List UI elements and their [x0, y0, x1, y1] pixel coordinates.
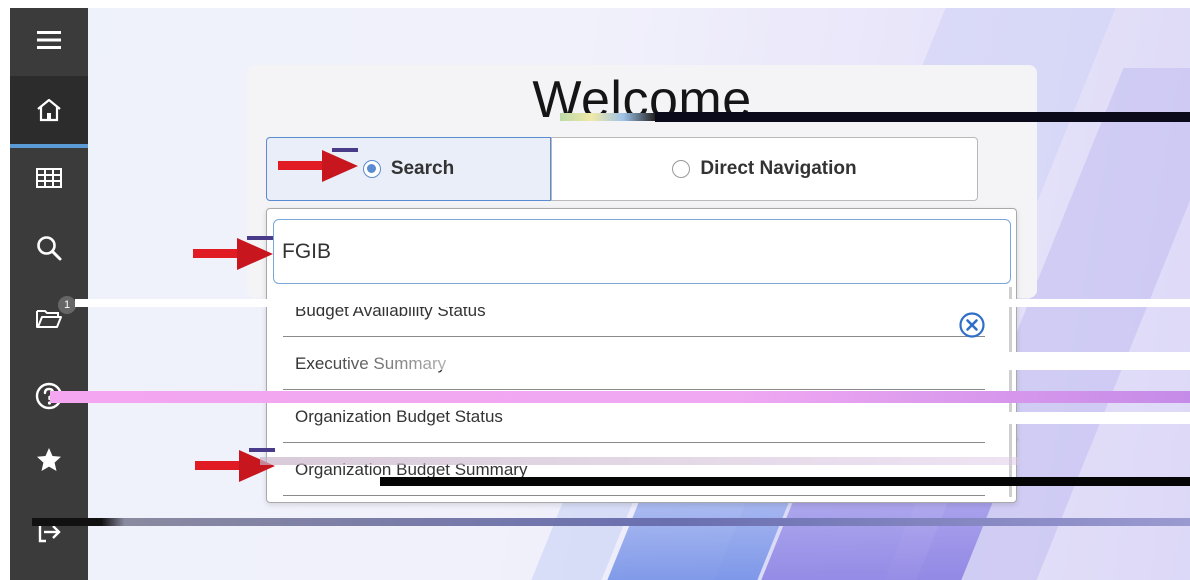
direct-navigation-label: Direct Navigation: [700, 158, 857, 179]
search-input[interactable]: [273, 219, 1011, 284]
render-artifact: [310, 352, 1190, 370]
sidebar-item-search[interactable]: [10, 216, 88, 280]
render-artifact: [655, 112, 1190, 122]
search-result-item[interactable]: Budget Availability Status: [283, 285, 985, 337]
render-artifact: [560, 113, 655, 121]
red-arrow-icon: [195, 448, 275, 482]
sidebar: 1: [10, 8, 88, 580]
sidebar-item-grid[interactable]: [10, 146, 88, 210]
home-icon: [37, 98, 61, 122]
star-icon: [37, 448, 61, 471]
render-artifact: [260, 457, 1020, 465]
recent-count-badge: 1: [58, 296, 76, 314]
sidebar-item-recent[interactable]: 1: [10, 286, 88, 350]
grid-icon: [36, 168, 62, 188]
render-artifact: [380, 477, 1190, 486]
search-mode-label: Search: [390, 158, 455, 179]
red-arrow-icon: [193, 236, 273, 270]
sidebar-item-sign-out[interactable]: [10, 500, 88, 564]
direct-navigation-radio[interactable]: [672, 160, 691, 178]
search-icon: [37, 236, 62, 261]
sidebar-item-home[interactable]: [10, 76, 88, 148]
red-arrow-icon: [278, 148, 358, 182]
direct-navigation-option[interactable]: Direct Navigation: [551, 137, 978, 201]
search-mode-radio[interactable]: [362, 160, 381, 178]
render-artifact: [510, 412, 1190, 424]
render-artifact: [75, 299, 1190, 307]
search-result-item[interactable]: Organization Budget Summary: [283, 444, 985, 496]
sidebar-item-favorites[interactable]: [10, 428, 88, 492]
close-circle-icon: [959, 312, 985, 338]
clear-search-button[interactable]: [958, 311, 986, 339]
menu-icon: [37, 31, 61, 49]
render-artifact: [32, 518, 1190, 526]
sidebar-item-menu[interactable]: [10, 8, 88, 72]
render-artifact: [50, 391, 1190, 403]
